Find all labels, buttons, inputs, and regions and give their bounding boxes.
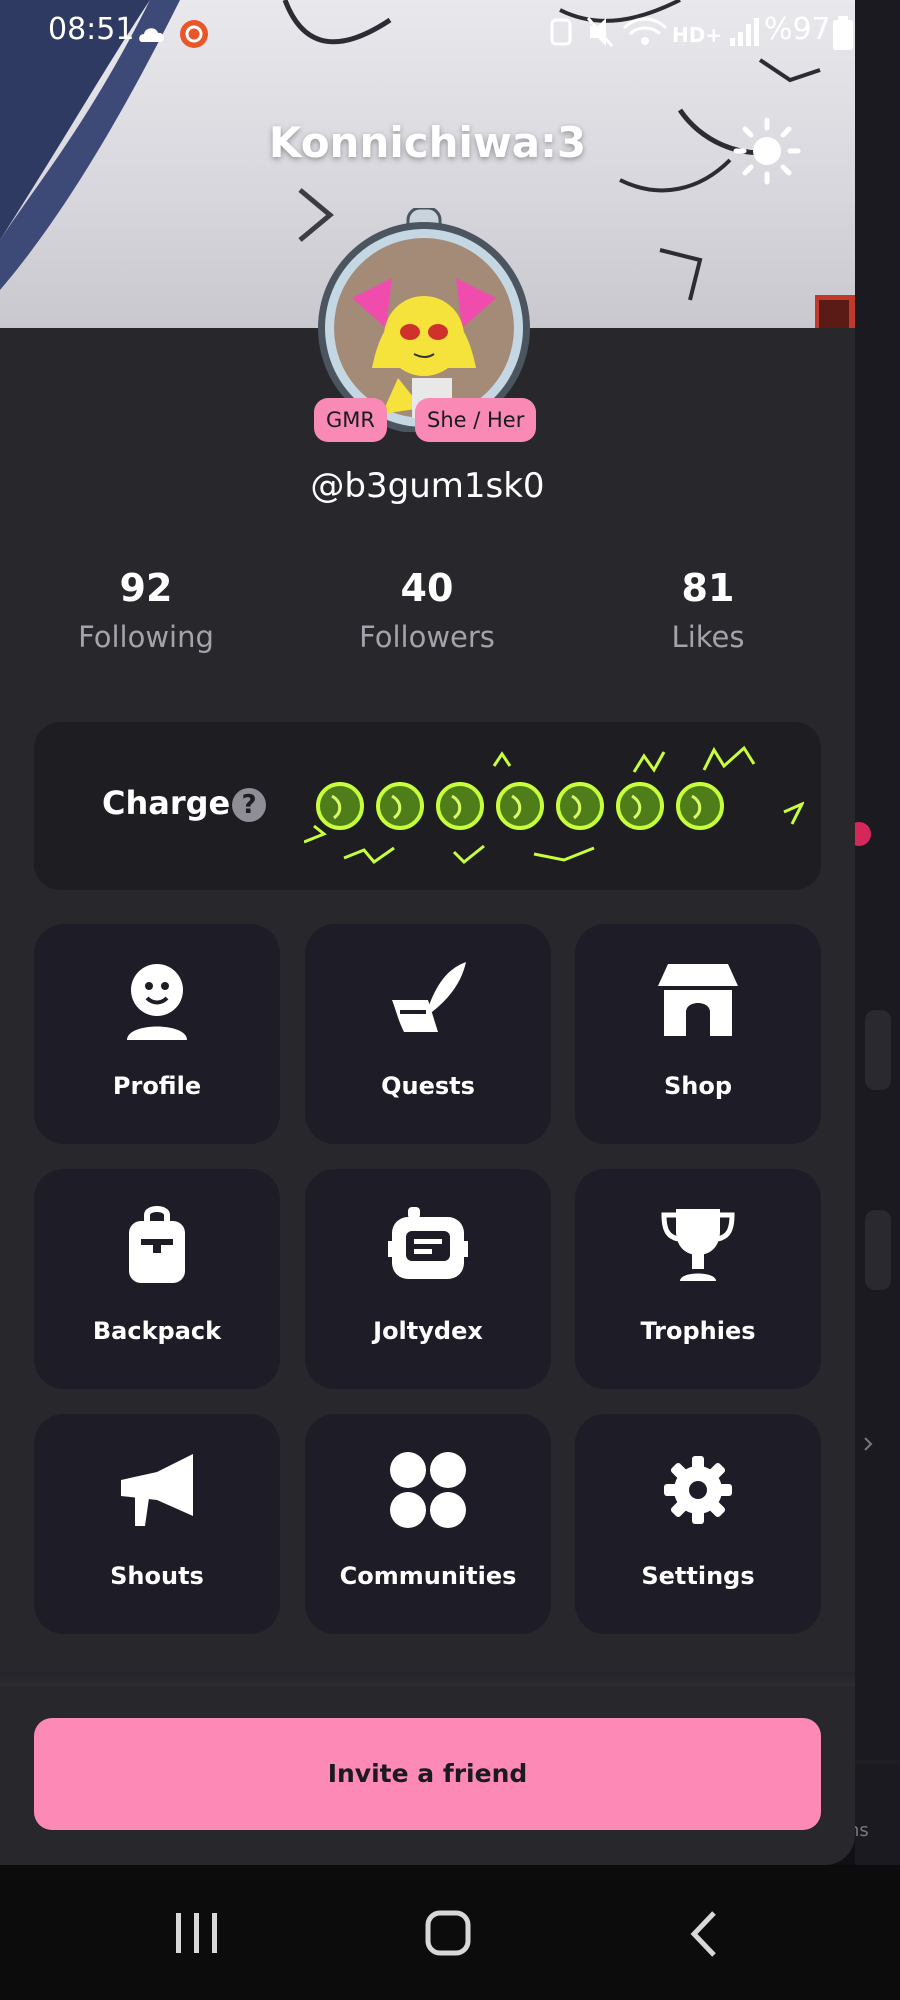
megaphone-icon: [121, 1454, 193, 1526]
system-nav-bar: [0, 1865, 900, 2000]
status-icons-left: [139, 20, 208, 48]
stat-following-value: 92: [119, 566, 173, 610]
back-icon[interactable]: [684, 1909, 724, 1959]
menu-tile-quests[interactable]: Quests: [305, 924, 551, 1144]
menu-tile-trophies-label: Trophies: [640, 1317, 756, 1345]
joltydex-icon: [388, 1207, 468, 1279]
menu-tile-shouts-label: Shouts: [110, 1562, 204, 1590]
stat-likes[interactable]: 81 Likes: [568, 566, 848, 654]
menu-tile-quests-label: Quests: [381, 1072, 475, 1100]
stat-followers[interactable]: 40 Followers: [287, 566, 567, 654]
divider: [0, 1672, 855, 1686]
recent-apps-icon[interactable]: [172, 1911, 222, 1955]
menu-tile-profile-label: Profile: [112, 1072, 202, 1100]
charge-card[interactable]: Charge ?: [34, 722, 821, 890]
status-time: 08:51: [48, 12, 135, 47]
stat-following[interactable]: 92 Following: [6, 566, 286, 654]
username-handle: @b3gum1sk0: [310, 466, 545, 506]
profile-icon: [127, 964, 187, 1040]
battery-percent: %97: [764, 12, 831, 47]
stat-followers-label: Followers: [359, 620, 495, 654]
recorder-icon: [180, 20, 208, 48]
menu-tile-profile[interactable]: Profile: [34, 924, 280, 1144]
sun-icon[interactable]: [732, 116, 802, 186]
cloud-icon: [139, 28, 164, 42]
charge-orbs: [304, 745, 804, 865]
gear-icon: [664, 1456, 732, 1524]
status-bar: 08:51 HD+ %97: [0, 0, 855, 64]
signal-icon: [730, 38, 735, 46]
trophy-icon: [661, 1209, 735, 1281]
tag-gmr: GMR: [314, 398, 387, 442]
stat-likes-label: Likes: [671, 620, 745, 654]
invite-friend-button[interactable]: Invite a friend: [34, 1718, 821, 1830]
svg-text:HD+: HD+: [672, 23, 722, 47]
shop-icon: [658, 964, 738, 1036]
help-icon[interactable]: ?: [232, 788, 266, 822]
menu-tile-shop[interactable]: Shop: [575, 924, 821, 1144]
lock-notification-icon: [550, 18, 572, 46]
menu-tile-joltydex[interactable]: Joltydex: [305, 1169, 551, 1389]
menu-tile-settings-label: Settings: [641, 1562, 755, 1590]
stat-followers-value: 40: [400, 566, 454, 610]
menu-tile-settings[interactable]: Settings: [575, 1414, 821, 1634]
communities-icon: [390, 1452, 466, 1528]
tag-pronouns: She / Her: [415, 398, 537, 442]
backpack-icon: [129, 1206, 185, 1283]
home-icon[interactable]: [424, 1909, 474, 1959]
peek-shape: [865, 1210, 891, 1290]
profile-panel: 08:51 HD+ %97 Konnichiwa:3 GMR She / Her…: [0, 0, 855, 1865]
menu-tile-communities[interactable]: Communities: [305, 1414, 551, 1634]
peek-dot: [855, 822, 871, 846]
menu-tile-joltydex-label: Joltydex: [373, 1317, 483, 1345]
menu-tile-backpack[interactable]: Backpack: [34, 1169, 280, 1389]
peek-shape: [855, 1760, 900, 1764]
quests-icon: [392, 962, 466, 1032]
menu-tile-backpack-label: Backpack: [92, 1317, 222, 1345]
page-title: Konnichiwa:3: [268, 118, 587, 167]
battery-icon: [833, 16, 853, 50]
menu-tile-shouts[interactable]: Shouts: [34, 1414, 280, 1634]
peek-shape: [865, 1010, 891, 1090]
menu-tile-trophies[interactable]: Trophies: [575, 1169, 821, 1389]
menu-tile-communities-label: Communities: [339, 1562, 517, 1590]
status-icons-right: HD+: [550, 17, 759, 47]
charge-label: Charge: [102, 784, 231, 822]
peek-chevron-icon: [864, 1437, 873, 1451]
stat-following-label: Following: [78, 620, 214, 654]
menu-tile-shop-label: Shop: [663, 1072, 733, 1100]
stat-likes-value: 81: [681, 566, 735, 610]
background-app-peek: [855, 0, 900, 1865]
